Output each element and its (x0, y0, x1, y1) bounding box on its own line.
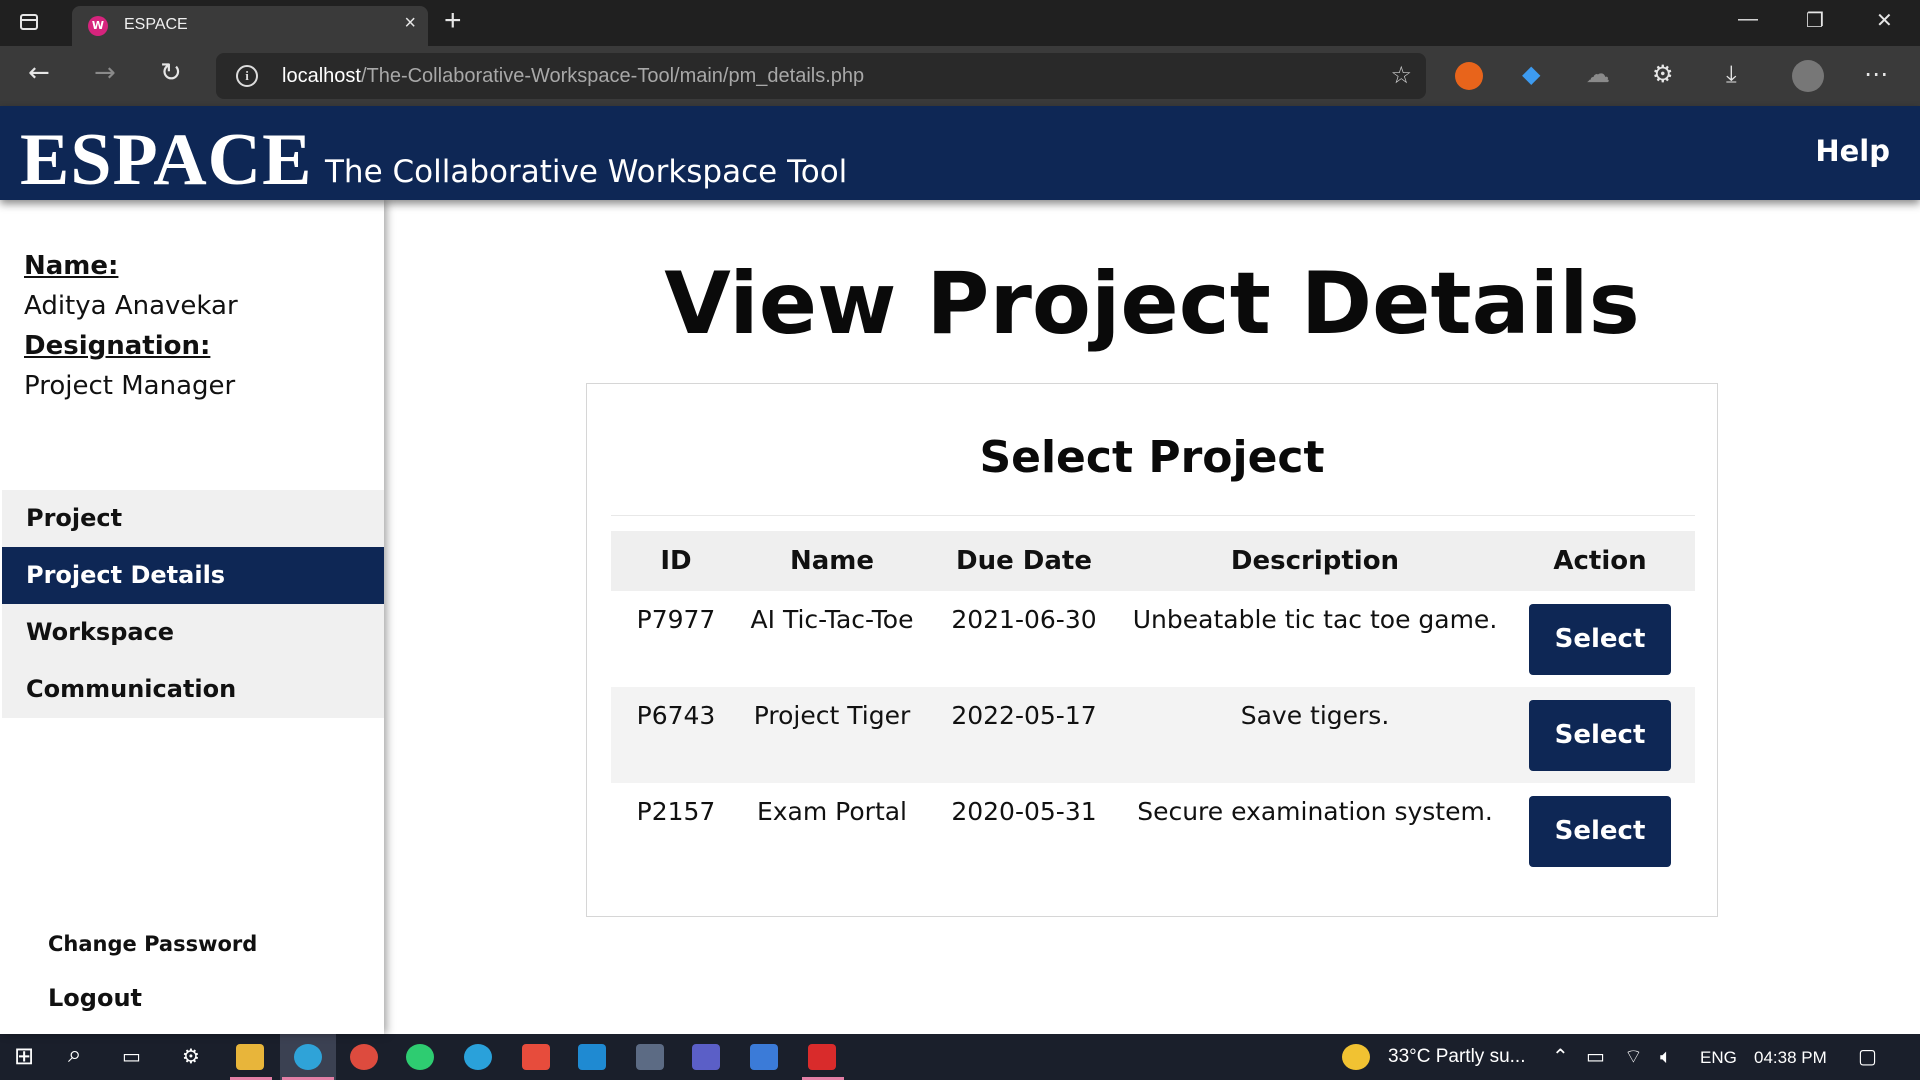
cell-action: Select (1505, 783, 1695, 879)
wifi-icon[interactable]: ⌔ (1624, 1044, 1643, 1069)
language-indicator[interactable]: ENG (1700, 1048, 1737, 1068)
sidebar-item-workspace[interactable]: Workspace (2, 604, 384, 661)
duckduckgo-extension-icon[interactable] (1455, 62, 1483, 90)
notifications-icon[interactable]: ▢ (1858, 1044, 1877, 1068)
teams-icon[interactable] (692, 1044, 720, 1070)
select-project-button[interactable]: Select (1529, 603, 1671, 675)
table-row: P2157 Exam Portal 2020-05-31 Secure exam… (611, 783, 1695, 879)
forward-icon[interactable]: → (94, 58, 116, 88)
cell-due-date: 2022-05-17 (923, 687, 1125, 783)
sidebar-menu: Project Project Details Workspace Commun… (2, 490, 384, 718)
address-bar[interactable]: i localhost/The-Collaborative-Workspace-… (216, 53, 1426, 99)
add-favorite-icon[interactable]: ☆ (1390, 61, 1412, 89)
window-restore-button[interactable]: ❐ (1806, 8, 1824, 33)
window-close-button[interactable]: ✕ (1876, 8, 1893, 33)
downloads-icon[interactable]: ⤓ (1726, 60, 1737, 88)
edge-icon[interactable] (294, 1044, 322, 1070)
column-header-due-date: Due Date (923, 531, 1125, 591)
chat-app-icon[interactable] (750, 1044, 778, 1070)
site-favicon-icon: W (88, 16, 108, 36)
cell-id: P2157 (636, 797, 716, 826)
name-label: Name: (24, 251, 119, 281)
vpn-extension-icon[interactable]: ◆ (1522, 60, 1540, 88)
tab-title: ESPACE (124, 16, 188, 33)
sidebar-item-project[interactable]: Project (2, 490, 384, 547)
vscode-icon[interactable] (578, 1044, 606, 1070)
designation-value: Project Manager (24, 371, 236, 401)
column-header-description: Description (1125, 531, 1505, 591)
cell-description: Secure examination system. (1137, 797, 1493, 826)
cell-action: Select (1505, 687, 1695, 783)
new-tab-button[interactable]: + (444, 4, 462, 38)
table-row: P7977 AI Tic-Tac-Toe 2021-06-30 Unbeatab… (611, 591, 1695, 687)
help-link[interactable]: Help (1815, 134, 1890, 168)
cell-action: Select (1505, 591, 1695, 687)
name-value: Aditya Anavekar (24, 291, 238, 321)
column-header-name: Name (741, 531, 923, 591)
search-icon[interactable]: ⌕ (68, 1040, 81, 1068)
acrobat-icon[interactable] (808, 1044, 836, 1070)
window-minimize-button[interactable]: — (1738, 8, 1758, 31)
chrome-icon[interactable] (350, 1044, 378, 1070)
telegram-icon[interactable] (464, 1044, 492, 1070)
browser-tab[interactable]: W ESPACE × (72, 6, 428, 46)
profile-avatar-icon[interactable] (1792, 60, 1824, 92)
settings-icon[interactable]: ⚙ (182, 1044, 200, 1068)
tab-close-button[interactable]: × (404, 12, 416, 35)
card-title: Select Project (979, 432, 1325, 483)
windows-start-icon[interactable]: ⊞ (14, 1042, 34, 1070)
tab-actions-icon[interactable] (16, 10, 42, 36)
cell-due-date: 2020-05-31 (951, 797, 1097, 826)
page-title: View Project Details (664, 254, 1640, 354)
clock-time[interactable]: 04:38 PM (1754, 1048, 1827, 1068)
file-explorer-icon[interactable] (236, 1044, 264, 1070)
brand-tagline: The Collaborative Workspace Tool (325, 154, 848, 190)
select-project-button[interactable]: Select (1529, 699, 1671, 771)
task-view-icon[interactable]: ▭ (122, 1044, 141, 1068)
store-icon[interactable] (522, 1044, 550, 1070)
table-row: P6743 Project Tiger 2022-05-17 Save tige… (611, 687, 1695, 783)
more-menu-icon[interactable]: ⋯ (1864, 60, 1888, 88)
designation-label: Designation: (24, 331, 211, 361)
windows-taskbar: ⊞ ⌕ ▭ ⚙ 33°C Partly su... ⌃ ▭ ⌔ 🔈︎ ENG 0… (0, 1034, 1920, 1080)
app-header: ESPACE The Collaborative Workspace Tool … (0, 106, 1920, 200)
sidebar-item-communication[interactable]: Communication (2, 661, 384, 718)
sidebar: Name: Aditya Anavekar Designation: Proje… (0, 200, 384, 1034)
cell-name: Project Tiger (741, 687, 923, 783)
tray-chevron-up-icon[interactable]: ⌃ (1552, 1044, 1569, 1068)
brand-logo[interactable]: ESPACE (20, 120, 312, 200)
back-icon[interactable]: ← (28, 58, 50, 88)
cell-id: P7977 (636, 605, 716, 634)
reload-icon[interactable]: ↻ (160, 58, 182, 88)
volume-icon[interactable]: 🔈︎ (1660, 1044, 1672, 1068)
cell-description: Unbeatable tic tac toe game. (1132, 605, 1498, 634)
card-divider (611, 515, 1695, 516)
cell-id: P6743 (611, 687, 741, 783)
sidebar-item-project-details[interactable]: Project Details (2, 547, 384, 604)
cell-due-date: 2021-06-30 (951, 605, 1097, 634)
column-header-id: ID (611, 531, 741, 591)
column-header-action: Action (1505, 531, 1695, 591)
logout-link[interactable]: Logout (48, 984, 142, 1012)
cloud-extension-icon[interactable]: ☁ (1586, 60, 1610, 88)
url-text[interactable]: localhost/The-Collaborative-Workspace-To… (282, 65, 864, 88)
browser-toolbar: ← → ↻ i localhost/The-Collaborative-Work… (0, 46, 1920, 106)
profile-info: Name: Aditya Anavekar Designation: Proje… (24, 246, 238, 406)
project-select-card: Select Project ID Name Due Date Descript… (586, 383, 1718, 917)
cell-name: AI Tic-Tac-Toe (750, 605, 914, 634)
whatsapp-icon[interactable] (406, 1044, 434, 1070)
3d-app-icon[interactable] (636, 1044, 664, 1070)
battery-icon[interactable]: ▭ (1586, 1044, 1605, 1068)
change-password-link[interactable]: Change Password (48, 932, 257, 956)
weather-icon[interactable] (1342, 1044, 1370, 1070)
cell-name: Exam Portal (756, 797, 908, 826)
select-project-button[interactable]: Select (1529, 795, 1671, 867)
site-info-icon[interactable]: i (236, 65, 258, 87)
cell-description: Save tigers. (1125, 687, 1505, 783)
projects-table: ID Name Due Date Description Action P797… (611, 531, 1695, 879)
table-header-row: ID Name Due Date Description Action (611, 531, 1695, 591)
browser-titlebar: W ESPACE × + — ❐ ✕ (0, 0, 1920, 46)
extensions-icon[interactable]: ⚙ (1652, 60, 1674, 88)
weather-text[interactable]: 33°C Partly su... (1388, 1046, 1525, 1068)
